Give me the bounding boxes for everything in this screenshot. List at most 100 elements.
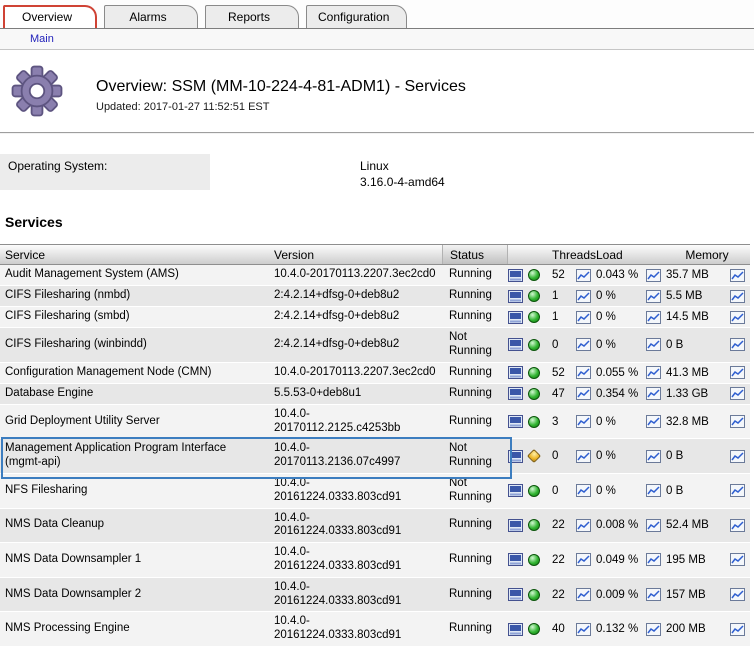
memory-chart-icon[interactable] (730, 338, 748, 351)
load-chart-icon[interactable] (646, 484, 664, 497)
memory-chart-icon[interactable] (730, 290, 748, 303)
table-row: Database Engine 5.5.53-0+deb8u1 Running … (0, 384, 750, 405)
service-name: NMS Data Cleanup (5, 518, 270, 532)
terminal-icon[interactable] (508, 338, 523, 351)
load-chart-icon[interactable] (646, 290, 664, 303)
load-value: 0.009 % (594, 589, 646, 601)
tab-overview[interactable]: Overview (3, 5, 97, 28)
threads-chart-icon[interactable] (576, 588, 594, 601)
service-version-cell: 10.4.0- 20161224.0333.803cd91 (270, 581, 442, 609)
terminal-icon[interactable] (508, 415, 523, 428)
service-name-cell: Grid Deployment Utility Server (0, 415, 270, 429)
service-version: 10.4.0- (274, 512, 442, 526)
threads-chart-icon[interactable] (576, 338, 594, 351)
os-value-line: Linux (360, 159, 445, 175)
os-info-row: Operating System: Linux 3.16.0-4-amd64 (0, 154, 754, 190)
service-name: Grid Deployment Utility Server (5, 415, 270, 429)
load-chart-icon[interactable] (646, 553, 664, 566)
service-version: 10.4.0- (274, 442, 442, 456)
status-led-cell (528, 269, 548, 281)
sub-navigation: Main (0, 29, 754, 50)
service-version: 2:4.2.14+dfsg-0+deb8u2 (274, 289, 442, 303)
threads-chart-icon[interactable] (576, 366, 594, 379)
threads-chart-icon[interactable] (576, 269, 594, 282)
threads-chart-icon[interactable] (576, 387, 594, 400)
running-led-icon (528, 339, 540, 351)
terminal-icon[interactable] (508, 366, 523, 379)
memory-chart-icon[interactable] (730, 588, 748, 601)
terminal-icon[interactable] (508, 290, 523, 303)
memory-chart-icon[interactable] (730, 415, 748, 428)
memory-chart-icon[interactable] (730, 519, 748, 532)
gear-icon (8, 62, 68, 122)
minor-alarm-icon (527, 449, 541, 463)
threads-value: 22 (548, 554, 576, 566)
service-name-cell: NMS Processing Engine (0, 622, 270, 636)
load-chart-icon[interactable] (646, 415, 664, 428)
load-chart-icon[interactable] (646, 366, 664, 379)
load-chart-icon[interactable] (646, 311, 664, 324)
terminal-icon[interactable] (508, 387, 523, 400)
table-row: CIFS Filesharing (smbd) 2:4.2.14+dfsg-0+… (0, 307, 750, 328)
status-led-cell (528, 623, 548, 635)
threads-chart-icon[interactable] (576, 623, 594, 636)
main-link[interactable]: Main (30, 33, 54, 45)
load-chart-icon[interactable] (646, 269, 664, 282)
threads-chart-icon[interactable] (576, 484, 594, 497)
status-led-cell (528, 311, 548, 323)
terminal-icon-cell (508, 519, 528, 532)
threads-value: 3 (548, 416, 576, 428)
memory-chart-icon[interactable] (730, 450, 748, 463)
service-name-cell: Management Application Program Interface… (0, 442, 270, 470)
threads-chart-icon[interactable] (576, 519, 594, 532)
service-version-line2: 20161224.0333.803cd91 (274, 595, 442, 609)
terminal-icon[interactable] (508, 553, 523, 566)
load-chart-icon[interactable] (646, 588, 664, 601)
terminal-icon[interactable] (508, 450, 523, 463)
running-led-icon (528, 416, 540, 428)
load-chart-icon[interactable] (646, 450, 664, 463)
service-version: 10.4.0-20170113.2207.3ec2cd0 (274, 366, 442, 380)
service-version-cell: 10.4.0-20170113.2207.3ec2cd0 (270, 268, 442, 282)
status-led-cell (528, 554, 548, 566)
service-name: CIFS Filesharing (winbindd) (5, 338, 270, 352)
terminal-icon[interactable] (508, 311, 523, 324)
tab-reports[interactable]: Reports (205, 5, 299, 28)
threads-chart-icon[interactable] (576, 311, 594, 324)
terminal-icon[interactable] (508, 519, 523, 532)
terminal-icon[interactable] (508, 269, 523, 282)
threads-chart-icon[interactable] (576, 450, 594, 463)
tab-alarms[interactable]: Alarms (104, 5, 198, 28)
threads-chart-icon[interactable] (576, 553, 594, 566)
memory-chart-icon[interactable] (730, 366, 748, 379)
load-chart-icon[interactable] (646, 623, 664, 636)
service-version-cell: 10.4.0- 20161224.0333.803cd91 (270, 615, 442, 643)
threads-value: 52 (548, 269, 576, 281)
service-version-cell: 10.4.0- 20170112.2125.c4253bb (270, 408, 442, 436)
tab-label: Alarms (129, 10, 166, 24)
memory-chart-icon[interactable] (730, 484, 748, 497)
memory-chart-icon[interactable] (730, 269, 748, 282)
terminal-icon[interactable] (508, 588, 523, 601)
service-version-cell: 10.4.0- 20161224.0333.803cd91 (270, 546, 442, 574)
threads-chart-icon[interactable] (576, 415, 594, 428)
load-chart-icon[interactable] (646, 387, 664, 400)
terminal-icon[interactable] (508, 484, 523, 497)
load-value: 0.049 % (594, 554, 646, 566)
terminal-icon[interactable] (508, 623, 523, 636)
load-chart-icon[interactable] (646, 338, 664, 351)
memory-chart-icon[interactable] (730, 553, 748, 566)
service-version-cell: 2:4.2.14+dfsg-0+deb8u2 (270, 338, 442, 352)
status-led-cell (528, 367, 548, 379)
status-led-cell (528, 290, 548, 302)
memory-chart-icon[interactable] (730, 623, 748, 636)
tab-configuration[interactable]: Configuration (306, 5, 407, 28)
table-row: Audit Management System (AMS) 10.4.0-201… (0, 265, 750, 286)
tab-bar: Overview Alarms Reports Configuration (0, 0, 754, 29)
terminal-icon-cell (508, 623, 528, 636)
load-chart-icon[interactable] (646, 519, 664, 532)
memory-chart-icon[interactable] (730, 387, 748, 400)
tab-label: Reports (228, 10, 270, 24)
threads-chart-icon[interactable] (576, 290, 594, 303)
memory-chart-icon[interactable] (730, 311, 748, 324)
